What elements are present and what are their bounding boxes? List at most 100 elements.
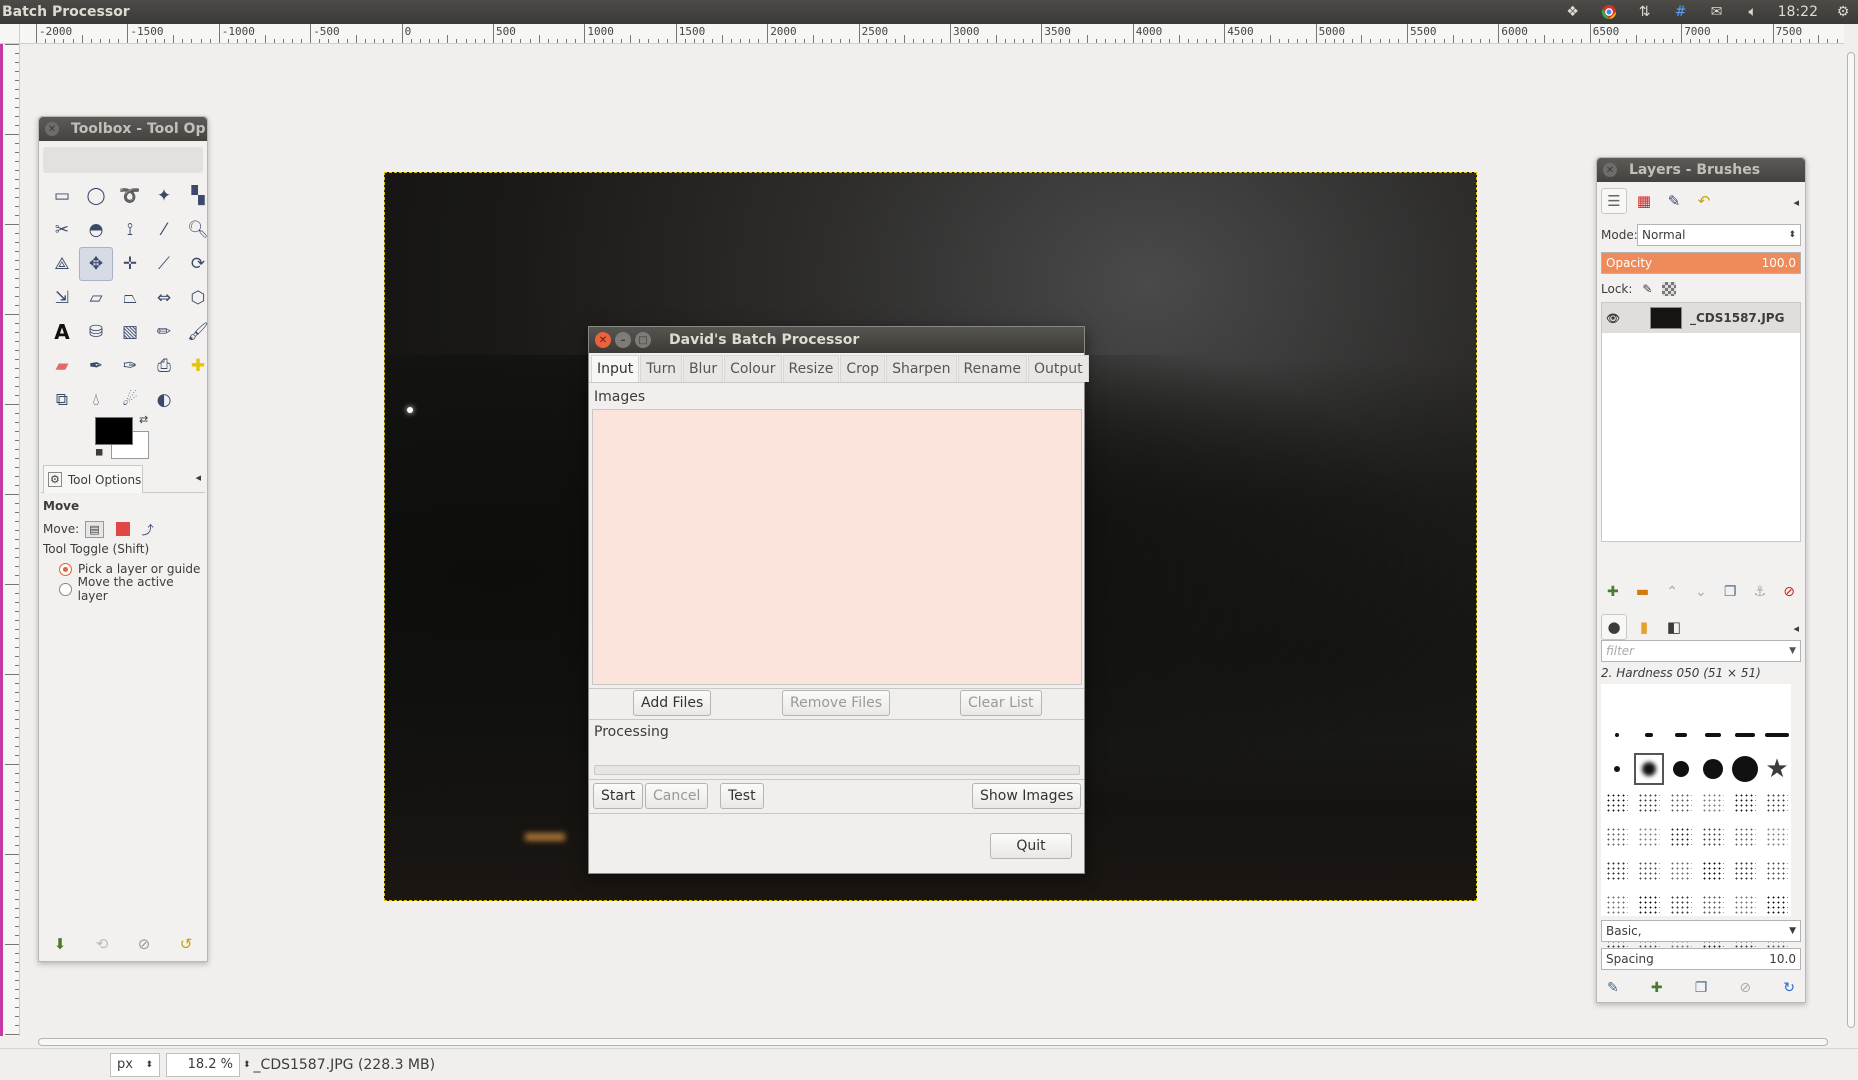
save-options-icon[interactable]: ⬇ bbox=[54, 935, 67, 953]
brush-item[interactable] bbox=[1601, 820, 1633, 854]
brush-item[interactable] bbox=[1601, 718, 1633, 752]
spacing-slider[interactable]: Spacing 10.0 bbox=[1601, 948, 1801, 970]
tab-colour[interactable]: Colour bbox=[724, 355, 782, 382]
blur-icon[interactable]: 💧︎ bbox=[79, 383, 113, 417]
remove-files-button[interactable]: Remove Files bbox=[782, 690, 890, 716]
measure-icon[interactable]: ⟁ bbox=[45, 247, 79, 281]
minimize-icon[interactable]: – bbox=[615, 332, 631, 348]
foreground-select-icon[interactable]: ◓ bbox=[79, 213, 113, 247]
delete-layer-icon[interactable]: ⊘ bbox=[1783, 584, 1795, 600]
move-selection-icon[interactable] bbox=[115, 522, 130, 536]
brush-item[interactable] bbox=[1665, 786, 1697, 820]
maximize-icon[interactable]: □ bbox=[635, 332, 651, 348]
patterns-tab-icon[interactable]: ▮ bbox=[1631, 614, 1657, 640]
brush-item[interactable] bbox=[1633, 718, 1665, 752]
layer-group-icon[interactable]: ▬ bbox=[1636, 584, 1649, 600]
tab-turn[interactable]: Turn bbox=[640, 355, 682, 382]
lasso-icon[interactable]: ➰ bbox=[113, 179, 147, 213]
channels-tab-icon[interactable]: ▦ bbox=[1631, 188, 1657, 214]
brush-item[interactable] bbox=[1697, 820, 1729, 854]
keyboard-icon[interactable]: # bbox=[1670, 3, 1692, 21]
tab-resize[interactable]: Resize bbox=[782, 355, 840, 382]
gradients-tab-icon[interactable]: ◧ bbox=[1661, 614, 1687, 640]
brushes-tab-icon[interactable]: ● bbox=[1601, 614, 1627, 640]
smudge-icon[interactable]: ☄ bbox=[113, 383, 147, 417]
layer-row[interactable]: 👁︎ _CDS1587.JPG bbox=[1602, 303, 1800, 333]
layers-header[interactable]: ✕ Layers - Brushes bbox=[1597, 158, 1805, 182]
brush-item[interactable] bbox=[1633, 786, 1665, 820]
clear-list-button[interactable]: Clear List bbox=[960, 690, 1042, 716]
show-images-button[interactable]: Show Images bbox=[972, 783, 1082, 809]
refresh-brushes-icon[interactable]: ↻ bbox=[1783, 980, 1795, 996]
eye-icon[interactable]: 👁︎ bbox=[1606, 312, 1620, 325]
brush-item[interactable] bbox=[1729, 786, 1761, 820]
horizontal-ruler[interactable]: -2000 -1500 -1000 -500 0 500 1000 1500 2000 2500 3… bbox=[20, 24, 1844, 44]
brush-item[interactable] bbox=[1729, 888, 1761, 922]
airbrush-icon[interactable]: ✒ bbox=[79, 349, 113, 383]
paths-icon[interactable]: ⟟ bbox=[113, 213, 147, 247]
brush-item[interactable] bbox=[1601, 752, 1633, 786]
cancel-button[interactable]: Cancel bbox=[645, 783, 709, 809]
layers-tab-icon[interactable]: ☰ bbox=[1601, 188, 1627, 214]
layer-name[interactable]: _CDS1587.JPG bbox=[1690, 311, 1784, 325]
tab-sharpen[interactable]: Sharpen bbox=[886, 355, 957, 382]
brush-item[interactable]: ★ bbox=[1761, 752, 1793, 786]
close-icon[interactable]: ✕ bbox=[595, 332, 611, 348]
paintbrush-icon[interactable]: 🖌︎ bbox=[181, 315, 215, 349]
shear-icon[interactable]: ▱ bbox=[79, 281, 113, 315]
brush-item[interactable] bbox=[1761, 786, 1793, 820]
scale-icon[interactable]: ⇲ bbox=[45, 281, 79, 315]
text-icon[interactable]: A bbox=[45, 315, 79, 349]
brush-item[interactable] bbox=[1729, 820, 1761, 854]
brush-item[interactable] bbox=[1761, 888, 1793, 922]
ink-icon[interactable]: ✑ bbox=[113, 349, 147, 383]
start-button[interactable]: Start bbox=[593, 783, 644, 809]
pencil-icon[interactable]: ✏ bbox=[147, 315, 181, 349]
brush-item[interactable] bbox=[1601, 786, 1633, 820]
move-icon[interactable]: ✥ bbox=[79, 247, 113, 281]
brush-item[interactable] bbox=[1665, 888, 1697, 922]
flip-icon[interactable]: ⇔ bbox=[147, 281, 181, 315]
duplicate-layer-icon[interactable]: ❐ bbox=[1724, 584, 1737, 600]
close-icon[interactable]: ✕ bbox=[45, 122, 59, 136]
opacity-slider[interactable]: Opacity 100.0 bbox=[1601, 252, 1801, 274]
volume-icon[interactable]: 🔈︎ bbox=[1742, 3, 1764, 21]
configure-tab-icon[interactable]: ◂ bbox=[1793, 622, 1799, 635]
undo-tab-icon[interactable]: ↶ bbox=[1691, 188, 1717, 214]
anchor-layer-icon[interactable]: ⚓ bbox=[1754, 584, 1767, 600]
raise-layer-icon[interactable]: ⌃ bbox=[1666, 584, 1678, 600]
heal-icon[interactable]: ✚ bbox=[181, 349, 215, 383]
brush-item[interactable] bbox=[1729, 718, 1761, 752]
brush-item[interactable] bbox=[1633, 752, 1665, 786]
zoom-field[interactable]: 18.2 % bbox=[166, 1052, 240, 1077]
tab-input[interactable]: Input bbox=[591, 355, 640, 382]
brush-item[interactable] bbox=[1601, 888, 1633, 922]
swap-colors-icon[interactable]: ⇄ bbox=[139, 413, 148, 426]
brush-set-select[interactable]: Basic, ▼ bbox=[1601, 920, 1801, 942]
duplicate-brush-icon[interactable]: ❐ bbox=[1695, 980, 1708, 996]
add-files-button[interactable]: Add Files bbox=[633, 690, 712, 716]
perspective-clone-icon[interactable]: ⧉ bbox=[45, 383, 79, 417]
color-picker-icon[interactable]: ⁄ bbox=[147, 213, 181, 247]
option-move-active[interactable]: Move the active layer bbox=[43, 575, 203, 603]
default-colors-icon[interactable]: ◼ bbox=[95, 447, 103, 458]
mode-select[interactable]: Normal ⬍ bbox=[1637, 224, 1801, 246]
brush-item[interactable] bbox=[1601, 854, 1633, 888]
scissors-icon[interactable]: ✂ bbox=[45, 213, 79, 247]
clone-icon[interactable]: ⎙ bbox=[147, 349, 181, 383]
brush-filter-input[interactable]: filter ▼ bbox=[1601, 640, 1801, 662]
network-icon[interactable]: ⇅ bbox=[1634, 3, 1656, 21]
zoom-icon[interactable]: 🔍︎ bbox=[181, 213, 215, 247]
cage-icon[interactable]: ⬡ bbox=[181, 281, 215, 315]
configure-tab-icon[interactable]: ◂ bbox=[1793, 196, 1799, 209]
align-icon[interactable]: ✛ bbox=[113, 247, 147, 281]
dropbox-icon[interactable]: ❖ bbox=[1562, 3, 1584, 21]
new-layer-icon[interactable]: ✚ bbox=[1607, 584, 1619, 600]
paths-tab-icon[interactable]: ✎ bbox=[1661, 188, 1687, 214]
brush-item[interactable] bbox=[1633, 854, 1665, 888]
gear-icon[interactable]: ⚙ bbox=[1832, 3, 1854, 21]
lower-layer-icon[interactable]: ⌄ bbox=[1695, 584, 1707, 600]
brush-item[interactable] bbox=[1633, 888, 1665, 922]
reset-options-icon[interactable]: ↺ bbox=[180, 935, 193, 953]
blend-icon[interactable]: ▧ bbox=[113, 315, 147, 349]
